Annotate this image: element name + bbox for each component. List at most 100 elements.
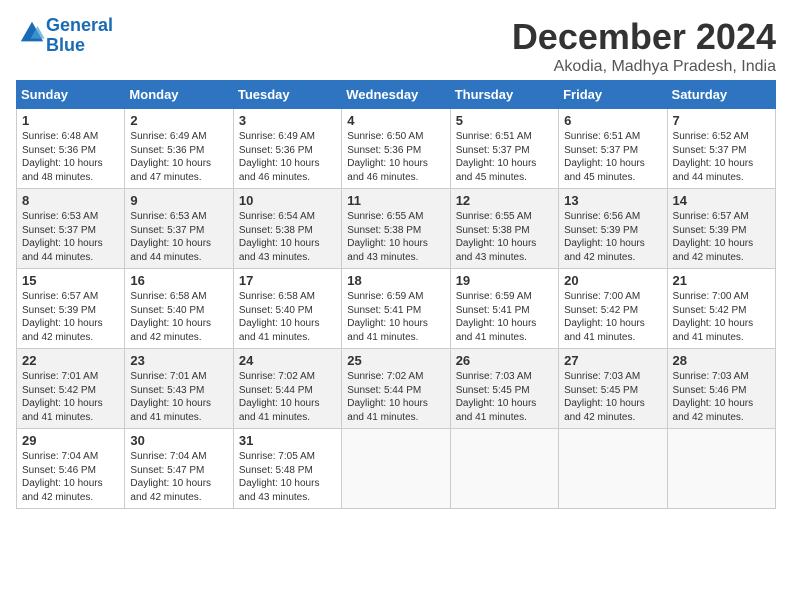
day-detail: Sunrise: 7:03 AMSunset: 5:46 PMDaylight:… [673, 371, 754, 423]
day-detail: Sunrise: 6:58 AMSunset: 5:40 PMDaylight:… [130, 291, 211, 343]
table-row: 25 Sunrise: 7:02 AMSunset: 5:44 PMDaylig… [342, 349, 450, 429]
day-detail: Sunrise: 6:48 AMSunset: 5:36 PMDaylight:… [22, 131, 103, 183]
table-row: 13 Sunrise: 6:56 AMSunset: 5:39 PMDaylig… [559, 189, 667, 269]
day-number: 17 [239, 273, 336, 288]
day-number: 7 [673, 113, 770, 128]
day-detail: Sunrise: 7:00 AMSunset: 5:42 PMDaylight:… [564, 291, 645, 343]
day-detail: Sunrise: 6:54 AMSunset: 5:38 PMDaylight:… [239, 211, 320, 263]
table-row: 4 Sunrise: 6:50 AMSunset: 5:36 PMDayligh… [342, 109, 450, 189]
table-row: 22 Sunrise: 7:01 AMSunset: 5:42 PMDaylig… [17, 349, 125, 429]
day-number: 31 [239, 433, 336, 448]
table-row: 15 Sunrise: 6:57 AMSunset: 5:39 PMDaylig… [17, 269, 125, 349]
day-number: 5 [456, 113, 553, 128]
table-row: 17 Sunrise: 6:58 AMSunset: 5:40 PMDaylig… [233, 269, 341, 349]
col-tuesday: Tuesday [233, 81, 341, 109]
day-number: 29 [22, 433, 119, 448]
table-row: 20 Sunrise: 7:00 AMSunset: 5:42 PMDaylig… [559, 269, 667, 349]
table-row: 8 Sunrise: 6:53 AMSunset: 5:37 PMDayligh… [17, 189, 125, 269]
week-row: 15 Sunrise: 6:57 AMSunset: 5:39 PMDaylig… [17, 269, 776, 349]
day-number: 27 [564, 353, 661, 368]
day-detail: Sunrise: 6:55 AMSunset: 5:38 PMDaylight:… [347, 211, 428, 263]
calendar-body: 1 Sunrise: 6:48 AMSunset: 5:36 PMDayligh… [17, 109, 776, 509]
day-detail: Sunrise: 7:01 AMSunset: 5:43 PMDaylight:… [130, 371, 211, 423]
table-row: 7 Sunrise: 6:52 AMSunset: 5:37 PMDayligh… [667, 109, 775, 189]
logo-general: General [46, 15, 113, 35]
table-row: 19 Sunrise: 6:59 AMSunset: 5:41 PMDaylig… [450, 269, 558, 349]
table-row: 16 Sunrise: 6:58 AMSunset: 5:40 PMDaylig… [125, 269, 233, 349]
calendar-title: December 2024 [512, 16, 776, 58]
day-number: 26 [456, 353, 553, 368]
col-wednesday: Wednesday [342, 81, 450, 109]
day-number: 13 [564, 193, 661, 208]
table-row: 28 Sunrise: 7:03 AMSunset: 5:46 PMDaylig… [667, 349, 775, 429]
day-detail: Sunrise: 7:02 AMSunset: 5:44 PMDaylight:… [347, 371, 428, 423]
day-number: 30 [130, 433, 227, 448]
header-row: Sunday Monday Tuesday Wednesday Thursday… [17, 81, 776, 109]
logo-blue: Blue [46, 35, 85, 55]
day-detail: Sunrise: 6:50 AMSunset: 5:36 PMDaylight:… [347, 131, 428, 183]
day-number: 6 [564, 113, 661, 128]
logo-text: General Blue [46, 16, 113, 56]
table-row: 23 Sunrise: 7:01 AMSunset: 5:43 PMDaylig… [125, 349, 233, 429]
table-row: 11 Sunrise: 6:55 AMSunset: 5:38 PMDaylig… [342, 189, 450, 269]
day-detail: Sunrise: 6:49 AMSunset: 5:36 PMDaylight:… [130, 131, 211, 183]
week-row: 1 Sunrise: 6:48 AMSunset: 5:36 PMDayligh… [17, 109, 776, 189]
table-row: 24 Sunrise: 7:02 AMSunset: 5:44 PMDaylig… [233, 349, 341, 429]
day-number: 15 [22, 273, 119, 288]
day-number: 3 [239, 113, 336, 128]
day-detail: Sunrise: 6:51 AMSunset: 5:37 PMDaylight:… [456, 131, 537, 183]
day-number: 25 [347, 353, 444, 368]
table-row: 14 Sunrise: 6:57 AMSunset: 5:39 PMDaylig… [667, 189, 775, 269]
day-detail: Sunrise: 6:52 AMSunset: 5:37 PMDaylight:… [673, 131, 754, 183]
day-number: 2 [130, 113, 227, 128]
col-thursday: Thursday [450, 81, 558, 109]
day-detail: Sunrise: 7:05 AMSunset: 5:48 PMDaylight:… [239, 451, 320, 503]
day-detail: Sunrise: 6:49 AMSunset: 5:36 PMDaylight:… [239, 131, 320, 183]
day-detail: Sunrise: 7:03 AMSunset: 5:45 PMDaylight:… [564, 371, 645, 423]
calendar-subtitle: Akodia, Madhya Pradesh, India [512, 58, 776, 76]
week-row: 8 Sunrise: 6:53 AMSunset: 5:37 PMDayligh… [17, 189, 776, 269]
day-number: 11 [347, 193, 444, 208]
col-friday: Friday [559, 81, 667, 109]
table-row [450, 429, 558, 509]
table-row: 5 Sunrise: 6:51 AMSunset: 5:37 PMDayligh… [450, 109, 558, 189]
day-number: 14 [673, 193, 770, 208]
day-number: 28 [673, 353, 770, 368]
col-saturday: Saturday [667, 81, 775, 109]
table-row [559, 429, 667, 509]
logo: General Blue [16, 16, 113, 56]
day-number: 4 [347, 113, 444, 128]
day-detail: Sunrise: 6:55 AMSunset: 5:38 PMDaylight:… [456, 211, 537, 263]
day-detail: Sunrise: 6:59 AMSunset: 5:41 PMDaylight:… [456, 291, 537, 343]
day-number: 20 [564, 273, 661, 288]
week-row: 29 Sunrise: 7:04 AMSunset: 5:46 PMDaylig… [17, 429, 776, 509]
table-row [667, 429, 775, 509]
table-row: 3 Sunrise: 6:49 AMSunset: 5:36 PMDayligh… [233, 109, 341, 189]
day-detail: Sunrise: 7:02 AMSunset: 5:44 PMDaylight:… [239, 371, 320, 423]
day-detail: Sunrise: 6:51 AMSunset: 5:37 PMDaylight:… [564, 131, 645, 183]
day-number: 22 [22, 353, 119, 368]
day-number: 1 [22, 113, 119, 128]
logo-icon [18, 19, 46, 47]
table-row: 12 Sunrise: 6:55 AMSunset: 5:38 PMDaylig… [450, 189, 558, 269]
calendar-table: Sunday Monday Tuesday Wednesday Thursday… [16, 80, 776, 509]
day-number: 21 [673, 273, 770, 288]
table-row: 27 Sunrise: 7:03 AMSunset: 5:45 PMDaylig… [559, 349, 667, 429]
day-detail: Sunrise: 7:00 AMSunset: 5:42 PMDaylight:… [673, 291, 754, 343]
day-detail: Sunrise: 7:01 AMSunset: 5:42 PMDaylight:… [22, 371, 103, 423]
table-row: 29 Sunrise: 7:04 AMSunset: 5:46 PMDaylig… [17, 429, 125, 509]
day-detail: Sunrise: 7:04 AMSunset: 5:46 PMDaylight:… [22, 451, 103, 503]
day-detail: Sunrise: 7:03 AMSunset: 5:45 PMDaylight:… [456, 371, 537, 423]
table-row: 10 Sunrise: 6:54 AMSunset: 5:38 PMDaylig… [233, 189, 341, 269]
day-number: 19 [456, 273, 553, 288]
title-area: December 2024 Akodia, Madhya Pradesh, In… [512, 16, 776, 76]
day-detail: Sunrise: 7:04 AMSunset: 5:47 PMDaylight:… [130, 451, 211, 503]
week-row: 22 Sunrise: 7:01 AMSunset: 5:42 PMDaylig… [17, 349, 776, 429]
day-detail: Sunrise: 6:59 AMSunset: 5:41 PMDaylight:… [347, 291, 428, 343]
table-row: 2 Sunrise: 6:49 AMSunset: 5:36 PMDayligh… [125, 109, 233, 189]
day-detail: Sunrise: 6:53 AMSunset: 5:37 PMDaylight:… [130, 211, 211, 263]
table-row: 9 Sunrise: 6:53 AMSunset: 5:37 PMDayligh… [125, 189, 233, 269]
day-detail: Sunrise: 6:57 AMSunset: 5:39 PMDaylight:… [673, 211, 754, 263]
table-row: 18 Sunrise: 6:59 AMSunset: 5:41 PMDaylig… [342, 269, 450, 349]
day-number: 8 [22, 193, 119, 208]
